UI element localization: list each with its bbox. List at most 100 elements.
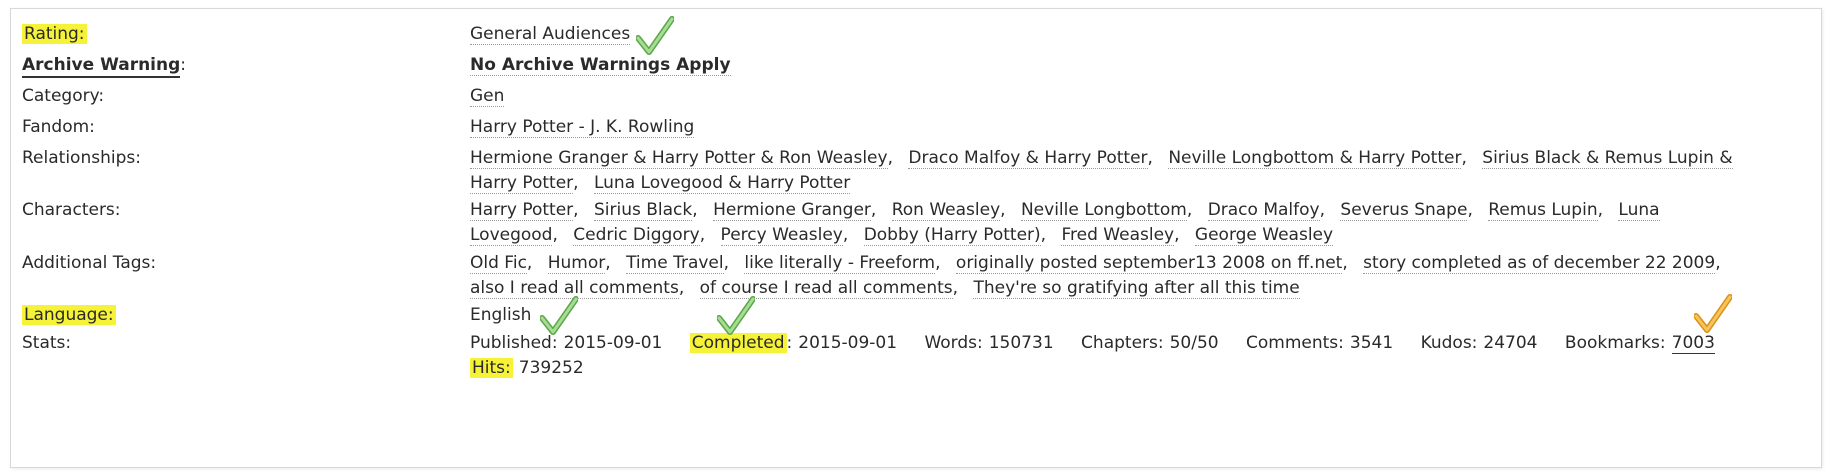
tag-link[interactable]: Neville Longbottom & Harry Potter: [1168, 148, 1462, 169]
tag-item: Fred Weasley,: [1061, 225, 1180, 246]
tag-link[interactable]: Draco Malfoy & Harry Potter: [908, 148, 1148, 169]
words-label: Words:: [924, 333, 983, 353]
additional-tags-label: Additional Tags:: [22, 253, 157, 273]
category-tag[interactable]: Gen: [470, 86, 505, 107]
fandom-tag[interactable]: Harry Potter - J. K. Rowling: [470, 117, 695, 138]
category-label: Category:: [22, 86, 105, 106]
check-mark-green-icon: [636, 16, 674, 55]
tag-link[interactable]: Hermione Granger: [713, 200, 871, 221]
tag-comma: ,: [699, 225, 706, 245]
tag-item: also I read all comments,: [470, 278, 685, 299]
tag-item: Dobby (Harry Potter),: [863, 225, 1047, 246]
tag-item: Neville Longbottom & Harry Potter,: [1168, 148, 1467, 169]
tag-link[interactable]: George Weasley: [1194, 225, 1334, 246]
tag-comma: ,: [678, 278, 685, 298]
fandom-value: Harry Potter - J. K. Rowling: [470, 115, 1740, 140]
tag-link[interactable]: Fred Weasley: [1061, 225, 1175, 246]
tag-comma: ,: [1319, 200, 1325, 220]
tag-comma: ,: [573, 173, 579, 193]
stats-label: Stats:: [22, 333, 72, 353]
tag-link[interactable]: Neville Longbottom: [1020, 200, 1187, 221]
tag-item: Hermione Granger,: [713, 200, 877, 221]
archive-warning-label[interactable]: Archive Warning:: [22, 53, 186, 78]
tag-link[interactable]: originally posted september13 2008 on ff…: [955, 253, 1343, 274]
tag-comma: ,: [692, 200, 698, 220]
tag-item: Severus Snape,: [1340, 200, 1473, 221]
hits-value: 739252: [518, 358, 584, 378]
tag-link[interactable]: like literally - Freeform: [744, 253, 936, 274]
tag-link[interactable]: story completed as of december 22 2009: [1363, 253, 1716, 274]
tag-comma: ,: [552, 225, 558, 245]
bookmarks-label: Bookmarks:: [1564, 333, 1666, 353]
rating-tag[interactable]: General Audiences: [470, 24, 631, 45]
completed-label: Completed:: [689, 333, 793, 353]
tag-comma: ,: [870, 200, 877, 220]
kudos-label: Kudos:: [1420, 333, 1478, 353]
tag-comma: ,: [952, 278, 959, 298]
published-label: Published:: [470, 333, 558, 353]
tag-link[interactable]: Old Fic: [470, 253, 527, 274]
tag-item: They're so gratifying after all this tim…: [973, 278, 1300, 299]
comments-label: Comments:: [1246, 333, 1344, 353]
tag-link[interactable]: Humor: [547, 253, 606, 274]
tag-link[interactable]: They're so gratifying after all this tim…: [973, 278, 1300, 299]
tag-link[interactable]: Severus Snape: [1340, 200, 1468, 221]
tag-item: Remus Lupin,: [1488, 200, 1603, 221]
tag-link[interactable]: Ron Weasley: [891, 200, 1001, 221]
words-value: 150731: [988, 333, 1054, 353]
tag-link[interactable]: Remus Lupin: [1488, 200, 1598, 221]
tag-link[interactable]: Draco Malfoy: [1207, 200, 1320, 221]
tag-link[interactable]: Cedric Diggory: [573, 225, 700, 246]
archive-warning-value: No Archive Warnings Apply: [470, 53, 1740, 78]
tag-link[interactable]: Dobby (Harry Potter): [863, 225, 1041, 246]
fandom-label: Fandom:: [22, 117, 95, 137]
completed-value: 2015-09-01: [798, 333, 898, 353]
language-value: English: [470, 303, 1740, 328]
tag-item: Time Travel,: [626, 253, 730, 274]
tag-item: Luna Lovegood & Harry Potter: [593, 173, 851, 194]
tag-comma: ,: [887, 148, 893, 168]
tag-link[interactable]: Luna Lovegood & Harry Potter: [593, 173, 851, 194]
tag-comma: ,: [1342, 253, 1348, 273]
check-mark-orange-icon: [1694, 294, 1732, 333]
tag-link[interactable]: Time Travel: [626, 253, 724, 274]
tag-comma: ,: [1040, 225, 1047, 245]
tag-comma: ,: [1186, 200, 1193, 220]
chapters-label: Chapters:: [1081, 333, 1164, 353]
tag-comma: ,: [1715, 253, 1721, 273]
tag-link[interactable]: Sirius Black: [593, 200, 693, 221]
tag-item: Draco Malfoy & Harry Potter,: [908, 148, 1153, 169]
tag-item: Neville Longbottom,: [1020, 200, 1193, 221]
published-value: 2015-09-01: [563, 333, 663, 353]
tag-link[interactable]: Harry Potter: [470, 200, 574, 221]
tag-comma: ,: [1467, 200, 1473, 220]
check-mark-green-icon: [540, 296, 578, 335]
check-mark-green-icon: [717, 296, 755, 335]
tag-item: Ron Weasley,: [891, 200, 1006, 221]
tag-comma: ,: [605, 253, 611, 273]
tag-item: Cedric Diggory,: [573, 225, 706, 246]
tag-item: originally posted september13 2008 on ff…: [955, 253, 1348, 274]
comments-value: 3541: [1349, 333, 1394, 353]
bookmarks-link[interactable]: 7003: [1671, 333, 1715, 354]
stats-value: Published: 2015-09-01 Completed:2015-09-0…: [470, 331, 1740, 381]
tag-comma: ,: [723, 253, 730, 273]
archive-warning-tag[interactable]: No Archive Warnings Apply: [470, 55, 731, 76]
tag-comma: ,: [573, 200, 579, 220]
tag-item: George Weasley: [1194, 225, 1334, 246]
rating-label: Rating:: [22, 24, 87, 44]
tag-link[interactable]: Hermione Granger & Harry Potter & Ron We…: [470, 148, 888, 169]
tag-item: of course I read all comments,: [699, 278, 959, 299]
tag-item: Percy Weasley,: [720, 225, 848, 246]
kudos-value: 24704: [1483, 333, 1538, 353]
tag-item: Draco Malfoy,: [1207, 200, 1325, 221]
tag-item: like literally - Freeform,: [744, 253, 941, 274]
tag-link[interactable]: Percy Weasley: [720, 225, 843, 246]
hits-label: Hits:: [470, 358, 513, 378]
tag-item: Sirius Black,: [593, 200, 698, 221]
tag-item: Harry Potter,: [470, 200, 579, 221]
category-value: Gen: [470, 84, 1740, 109]
characters-label: Characters:: [22, 200, 121, 220]
tag-item: story completed as of december 22 2009,: [1363, 253, 1721, 274]
tag-item: Hermione Granger & Harry Potter & Ron We…: [470, 148, 893, 169]
